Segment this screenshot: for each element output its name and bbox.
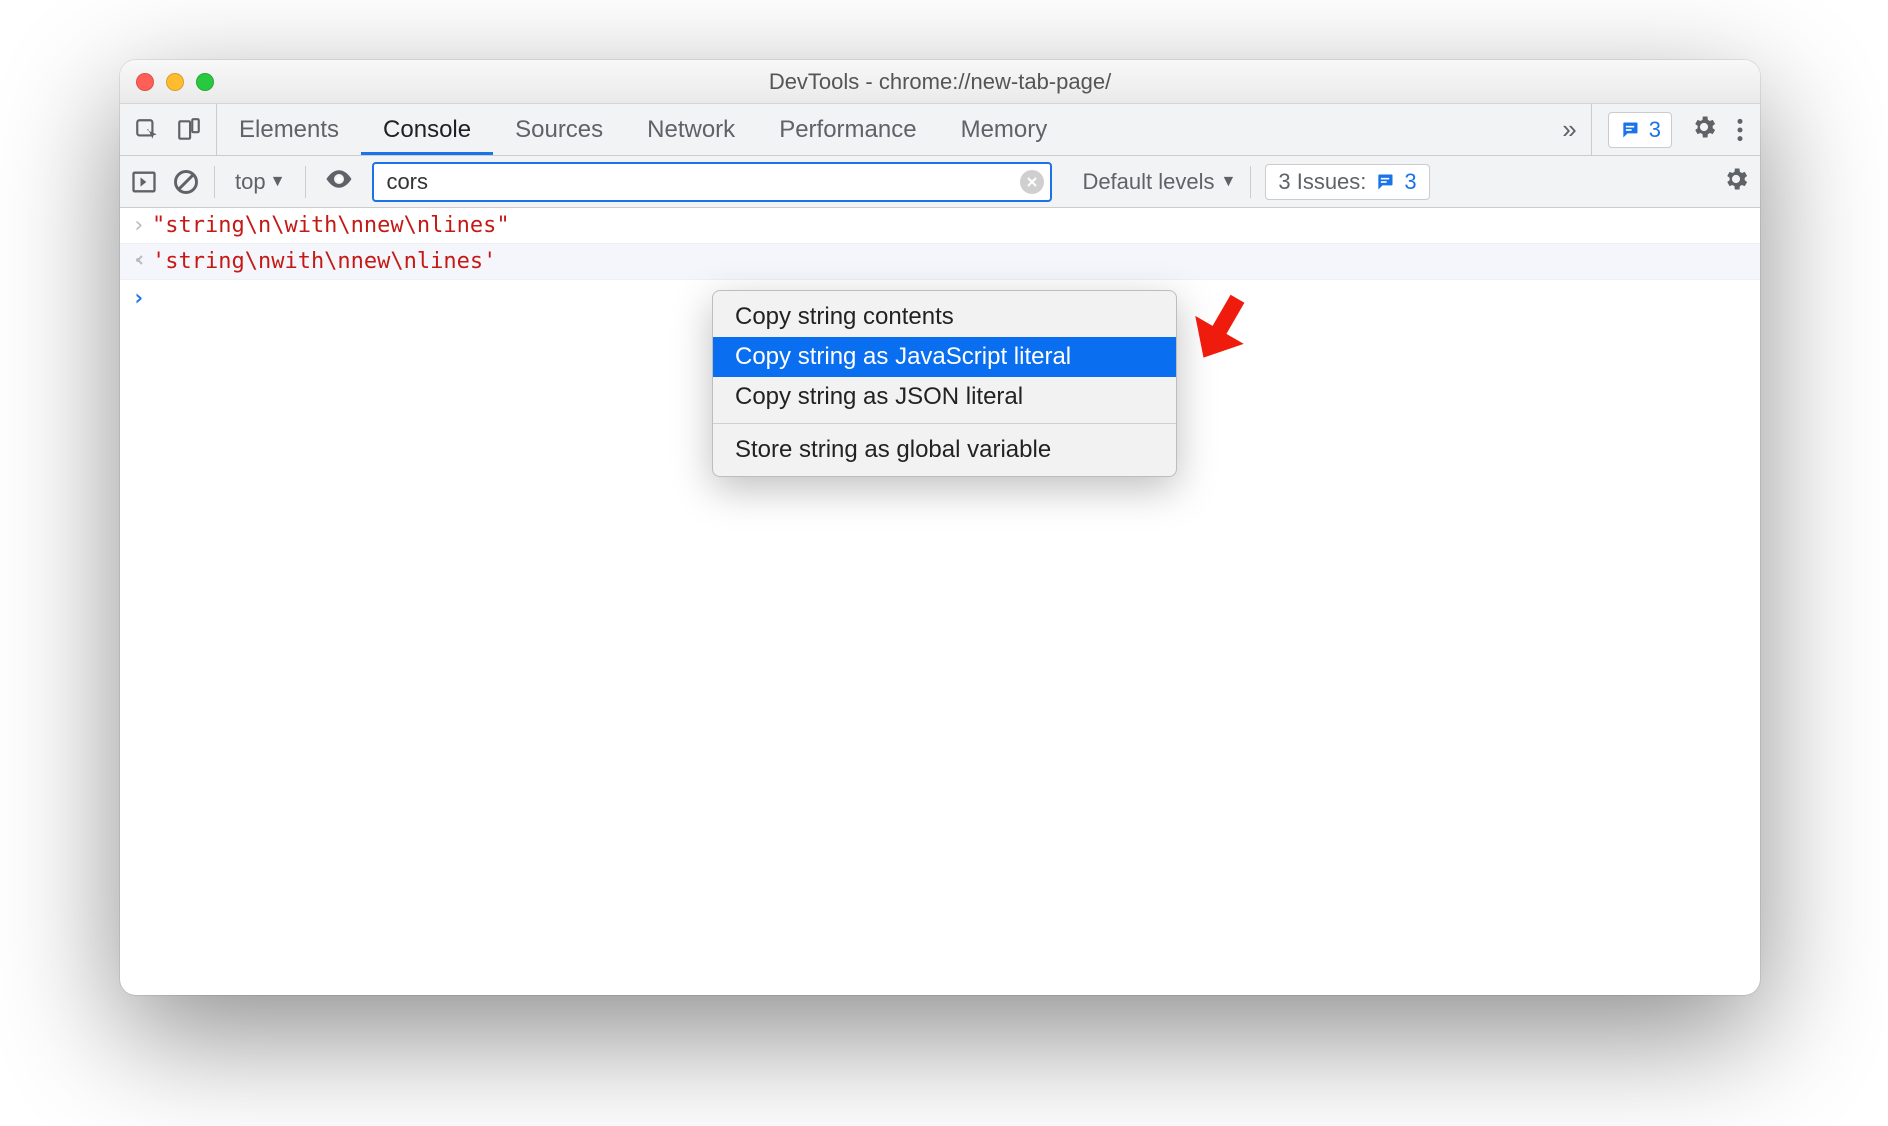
menu-item-label: Copy string as JSON literal xyxy=(735,383,1023,410)
message-icon xyxy=(1619,120,1641,140)
output-arrow-icon xyxy=(132,249,152,274)
console-settings-gear-icon[interactable] xyxy=(1722,165,1750,198)
console-text: "string\n\with\nnew\nlines" xyxy=(152,213,510,238)
tab-label: Console xyxy=(383,116,471,144)
tab-network[interactable]: Network xyxy=(625,104,757,155)
kebab-menu-icon[interactable] xyxy=(1736,117,1744,143)
divider xyxy=(214,166,215,198)
menu-item-store-as-global[interactable]: Store string as global variable xyxy=(713,430,1176,470)
clear-filter-icon[interactable] xyxy=(1020,170,1044,194)
input-arrow-icon: › xyxy=(132,213,152,238)
chevron-down-icon: ▼ xyxy=(1221,173,1237,191)
tab-label: Elements xyxy=(239,116,339,144)
devtools-window: DevTools - chrome://new-tab-page/ Elemen… xyxy=(120,60,1760,995)
chevron-down-icon: ▼ xyxy=(270,173,286,191)
filter-box xyxy=(372,162,1052,202)
execution-context-dropdown[interactable]: top ▼ xyxy=(229,169,291,195)
more-tabs-button[interactable]: » xyxy=(1548,104,1590,155)
tab-label: Performance xyxy=(779,116,916,144)
panel-tabs: Elements Console Sources Network Perform… xyxy=(217,104,1548,155)
close-window-button[interactable] xyxy=(136,73,154,91)
device-toolbar-icon[interactable] xyxy=(176,117,202,143)
zoom-window-button[interactable] xyxy=(196,73,214,91)
chevron-double-right-icon: » xyxy=(1562,114,1576,145)
console-row[interactable]: 'string\nwith\nnew\nlines' xyxy=(120,244,1760,280)
tab-memory[interactable]: Memory xyxy=(939,104,1070,155)
issues-count: 3 xyxy=(1404,169,1416,195)
toggle-sidebar-icon[interactable] xyxy=(130,168,158,196)
settings-gear-icon[interactable] xyxy=(1690,113,1718,146)
prompt-arrow-icon: › xyxy=(132,286,152,311)
tab-performance[interactable]: Performance xyxy=(757,104,938,155)
console-messages-badge[interactable]: 3 xyxy=(1608,112,1672,148)
minimize-window-button[interactable] xyxy=(166,73,184,91)
context-label: top xyxy=(235,169,266,195)
console-text: 'string\nwith\nnew\nlines' xyxy=(152,249,496,274)
divider xyxy=(305,166,306,198)
levels-label: Default levels xyxy=(1082,169,1214,195)
live-expression-icon[interactable] xyxy=(320,164,358,199)
tab-label: Sources xyxy=(515,116,603,144)
menu-item-copy-string-as-json-literal[interactable]: Copy string as JSON literal xyxy=(713,377,1176,417)
window-title: DevTools - chrome://new-tab-page/ xyxy=(120,69,1760,95)
issues-label: 3 Issues: xyxy=(1278,169,1366,195)
tab-console[interactable]: Console xyxy=(361,104,493,155)
issues-button[interactable]: 3 Issues: 3 xyxy=(1265,164,1429,200)
menu-item-label: Store string as global variable xyxy=(735,436,1051,463)
divider xyxy=(1250,166,1251,198)
menu-item-label: Copy string as JavaScript literal xyxy=(735,343,1071,370)
context-menu: Copy string contents Copy string as Java… xyxy=(712,290,1177,477)
console-toolbar: top ▼ Default levels ▼ 3 xyxy=(120,156,1760,208)
panel-tab-bar: Elements Console Sources Network Perform… xyxy=(120,104,1760,156)
message-icon xyxy=(1374,172,1396,192)
filter-input[interactable] xyxy=(372,162,1052,202)
tab-label: Network xyxy=(647,116,735,144)
menu-item-label: Copy string contents xyxy=(735,303,954,330)
menu-item-copy-string-as-js-literal[interactable]: Copy string as JavaScript literal xyxy=(713,337,1176,377)
console-output: › "string\n\with\nnew\nlines" 'string\nw… xyxy=(120,208,1760,316)
menu-item-copy-string-contents[interactable]: Copy string contents xyxy=(713,297,1176,337)
menu-separator xyxy=(713,423,1176,424)
tab-elements[interactable]: Elements xyxy=(217,104,361,155)
traffic-lights xyxy=(136,73,214,91)
tab-label: Memory xyxy=(961,116,1048,144)
tab-sources[interactable]: Sources xyxy=(493,104,625,155)
titlebar: DevTools - chrome://new-tab-page/ xyxy=(120,60,1760,104)
console-row[interactable]: › "string\n\with\nnew\nlines" xyxy=(120,208,1760,244)
inspect-element-icon[interactable] xyxy=(134,117,160,143)
message-count: 3 xyxy=(1649,117,1661,143)
log-levels-dropdown[interactable]: Default levels ▼ xyxy=(1066,169,1236,195)
clear-console-icon[interactable] xyxy=(172,168,200,196)
